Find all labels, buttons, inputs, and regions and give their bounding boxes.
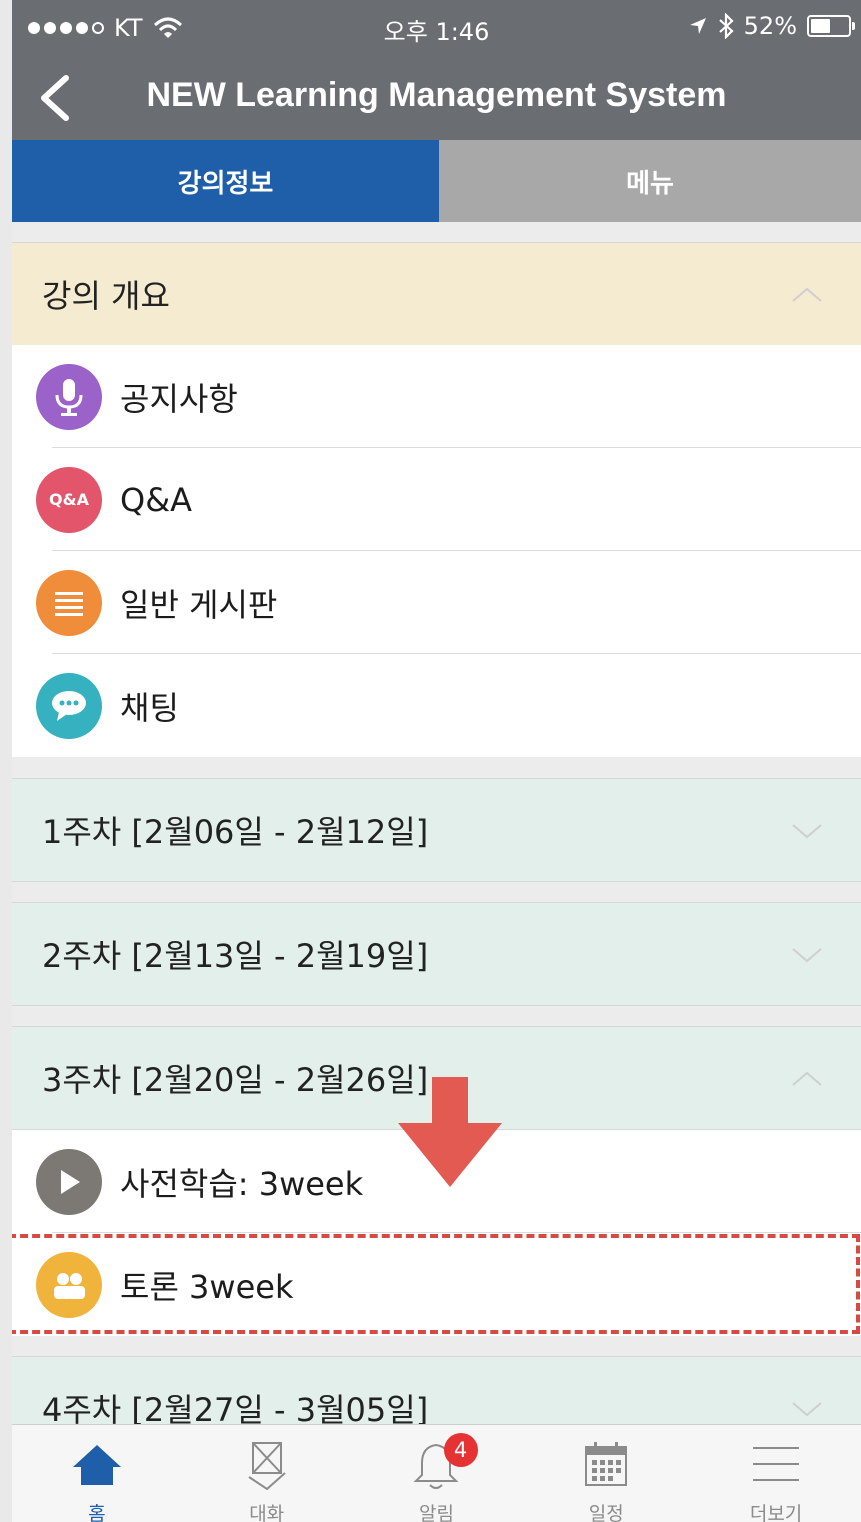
list-item-label: Q&A xyxy=(120,480,193,519)
section-week-2-header[interactable]: 2주차 [2월13일 - 2월19일] xyxy=(12,902,861,1006)
list-item-qa[interactable]: Q&A Q&A xyxy=(12,448,861,551)
nav-bar: NEW Learning Management System xyxy=(12,56,861,140)
section-title: 2주차 [2월13일 - 2월19일] xyxy=(42,937,429,975)
tab-bar: 강의정보 메뉴 xyxy=(12,140,861,222)
bottom-tab-label: 홈 xyxy=(88,1503,106,1522)
section-overview-header[interactable]: 강의 개요 xyxy=(12,242,861,346)
section-title: 강의 개요 xyxy=(42,277,170,315)
status-bar: KT 오후 1:46 52% xyxy=(12,0,861,56)
section-title: 3주차 [2월20일 - 2월26일] xyxy=(42,1061,429,1099)
bottom-tab-more[interactable]: 더보기 xyxy=(691,1425,861,1522)
bottom-tab-label: 더보기 xyxy=(749,1503,803,1522)
bottom-tab-conversation[interactable]: 대화 xyxy=(182,1425,352,1522)
chevron-up-icon xyxy=(792,1071,822,1086)
list-item-label: 일반 게시판 xyxy=(120,585,278,624)
calendar-icon xyxy=(585,1442,628,1486)
list-item-discussion[interactable]: 토론 3week xyxy=(12,1233,861,1336)
battery-icon xyxy=(807,15,855,37)
tab-menu[interactable]: 메뉴 xyxy=(439,140,861,222)
chat-bubble-icon xyxy=(36,672,102,739)
bottom-tab-home[interactable]: 홈 xyxy=(12,1425,182,1522)
list-item-label: 사전학습: 3week xyxy=(120,1164,364,1203)
section-title: 1주차 [2월06일 - 2월12일] xyxy=(42,813,429,851)
chevron-down-icon xyxy=(792,824,822,839)
bottom-tab-schedule[interactable]: 일정 xyxy=(521,1425,691,1522)
chevron-down-icon xyxy=(792,948,822,963)
menu-icon xyxy=(753,1447,800,1481)
app-frame: KT 오후 1:46 52% NEW Learning Management S… xyxy=(12,0,861,1522)
location-arrow-icon xyxy=(689,18,706,34)
section-week-1-header[interactable]: 1주차 [2월06일 - 2월12일] xyxy=(12,778,861,882)
list-item-label: 토론 3week xyxy=(120,1267,294,1306)
conversation-icon xyxy=(248,1442,286,1491)
microphone-icon xyxy=(36,363,102,430)
page-title: NEW Learning Management System xyxy=(146,76,727,114)
bottom-tab-notifications[interactable]: 4 알림 xyxy=(352,1425,522,1522)
list-item-label: 채팅 xyxy=(120,688,179,727)
bottom-tab-label: 일정 xyxy=(588,1503,624,1522)
home-icon xyxy=(72,1445,121,1485)
people-icon xyxy=(36,1251,102,1318)
notification-badge: 4 xyxy=(443,1433,478,1467)
bottom-tab-label: 알림 xyxy=(419,1503,454,1522)
bottom-tab-label: 대화 xyxy=(249,1503,285,1522)
status-right: 52% xyxy=(688,12,855,40)
list-item-label: 공지사항 xyxy=(120,379,238,418)
list-item-notice[interactable]: 공지사항 xyxy=(12,345,861,448)
arrow-down-icon xyxy=(398,1077,502,1187)
list-item-chat[interactable]: 채팅 xyxy=(12,654,861,757)
bottom-tab-bar: 홈 대화 4 알림 일정 더보기 xyxy=(12,1424,861,1522)
bluetooth-icon xyxy=(718,13,734,39)
battery-percent: 52% xyxy=(743,12,797,40)
chevron-down-icon xyxy=(792,1402,822,1417)
tab-course-info[interactable]: 강의정보 xyxy=(12,140,439,222)
qa-icon: Q&A xyxy=(36,466,102,533)
list-icon xyxy=(36,569,102,636)
qa-icon-text: Q&A xyxy=(49,490,89,509)
chevron-up-icon xyxy=(792,287,822,302)
list-item-board[interactable]: 일반 게시판 xyxy=(12,551,861,654)
play-icon xyxy=(36,1148,102,1215)
